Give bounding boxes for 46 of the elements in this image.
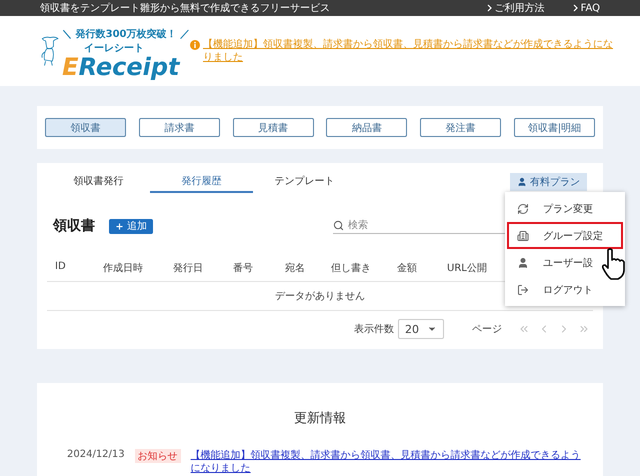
page-label: ページ bbox=[472, 323, 502, 336]
info-icon bbox=[190, 40, 200, 50]
column-header: 但し書き bbox=[331, 262, 372, 275]
document-type-button[interactable]: 納品書 bbox=[326, 118, 408, 137]
chevron-right-icon bbox=[572, 4, 578, 12]
logout-icon bbox=[517, 284, 529, 296]
news-badge: お知らせ bbox=[134, 449, 181, 463]
first-page-icon[interactable] bbox=[518, 323, 530, 335]
plus-icon bbox=[115, 222, 124, 230]
search-icon bbox=[333, 220, 344, 231]
column-header: ID bbox=[55, 261, 67, 274]
logo-wordmark: EReceipt bbox=[62, 55, 180, 79]
logo-catchphrase: ＼ 発行数300万枚突破！ ／ bbox=[62, 28, 190, 41]
document-type-button[interactable]: 領収書 bbox=[45, 118, 126, 137]
page-size-label: 表示件数 bbox=[354, 322, 394, 336]
document-type-button[interactable]: 領収書|明細 bbox=[514, 118, 595, 137]
column-header: 番号 bbox=[233, 262, 254, 275]
page-size-select[interactable]: 20 bbox=[398, 319, 444, 339]
user-icon bbox=[517, 177, 527, 187]
document-type-button[interactable]: 請求書 bbox=[138, 118, 220, 137]
site-tagline: 領収書をテンプレート雛形から無料で作成できるフリーサービス bbox=[40, 2, 331, 15]
column-header: URL公開 bbox=[447, 262, 488, 275]
top-nav-link[interactable]: FAQ bbox=[572, 2, 600, 14]
column-header: 宛名 bbox=[285, 262, 306, 275]
add-button[interactable]: 追加 bbox=[109, 218, 153, 234]
refresh-icon bbox=[517, 202, 529, 214]
updates-title: 更新情報 bbox=[294, 410, 346, 427]
user-icon bbox=[517, 256, 529, 268]
tab[interactable]: 発行履歴 bbox=[150, 171, 253, 193]
paid-plan-button[interactable]: 有料プラン bbox=[510, 173, 587, 191]
tab[interactable]: 領収書発行 bbox=[47, 171, 150, 193]
chevron-right-icon bbox=[486, 4, 492, 12]
column-header: 作成日時 bbox=[103, 262, 144, 275]
column-header: 発行日 bbox=[173, 262, 204, 275]
last-page-icon[interactable] bbox=[578, 323, 590, 335]
section-title: 領収書 bbox=[53, 217, 95, 235]
update-link[interactable]: 【機能追加】領収書複製、請求書から領収書、見積書から請求書などが作成できるようになりました bbox=[190, 449, 589, 475]
column-header: 金額 bbox=[397, 262, 418, 275]
update-date: 2024/12/13 bbox=[67, 449, 125, 460]
logo-kana: イーレシート bbox=[84, 42, 144, 55]
document-type-button[interactable]: 発注書 bbox=[420, 118, 502, 137]
top-nav-link[interactable]: ご利用方法 bbox=[486, 1, 545, 15]
tab[interactable]: テンプレート bbox=[253, 171, 356, 193]
document-type-button[interactable]: 見積書 bbox=[232, 118, 314, 137]
menu-item[interactable]: グループ設定 bbox=[507, 222, 623, 249]
building-icon bbox=[517, 230, 529, 242]
